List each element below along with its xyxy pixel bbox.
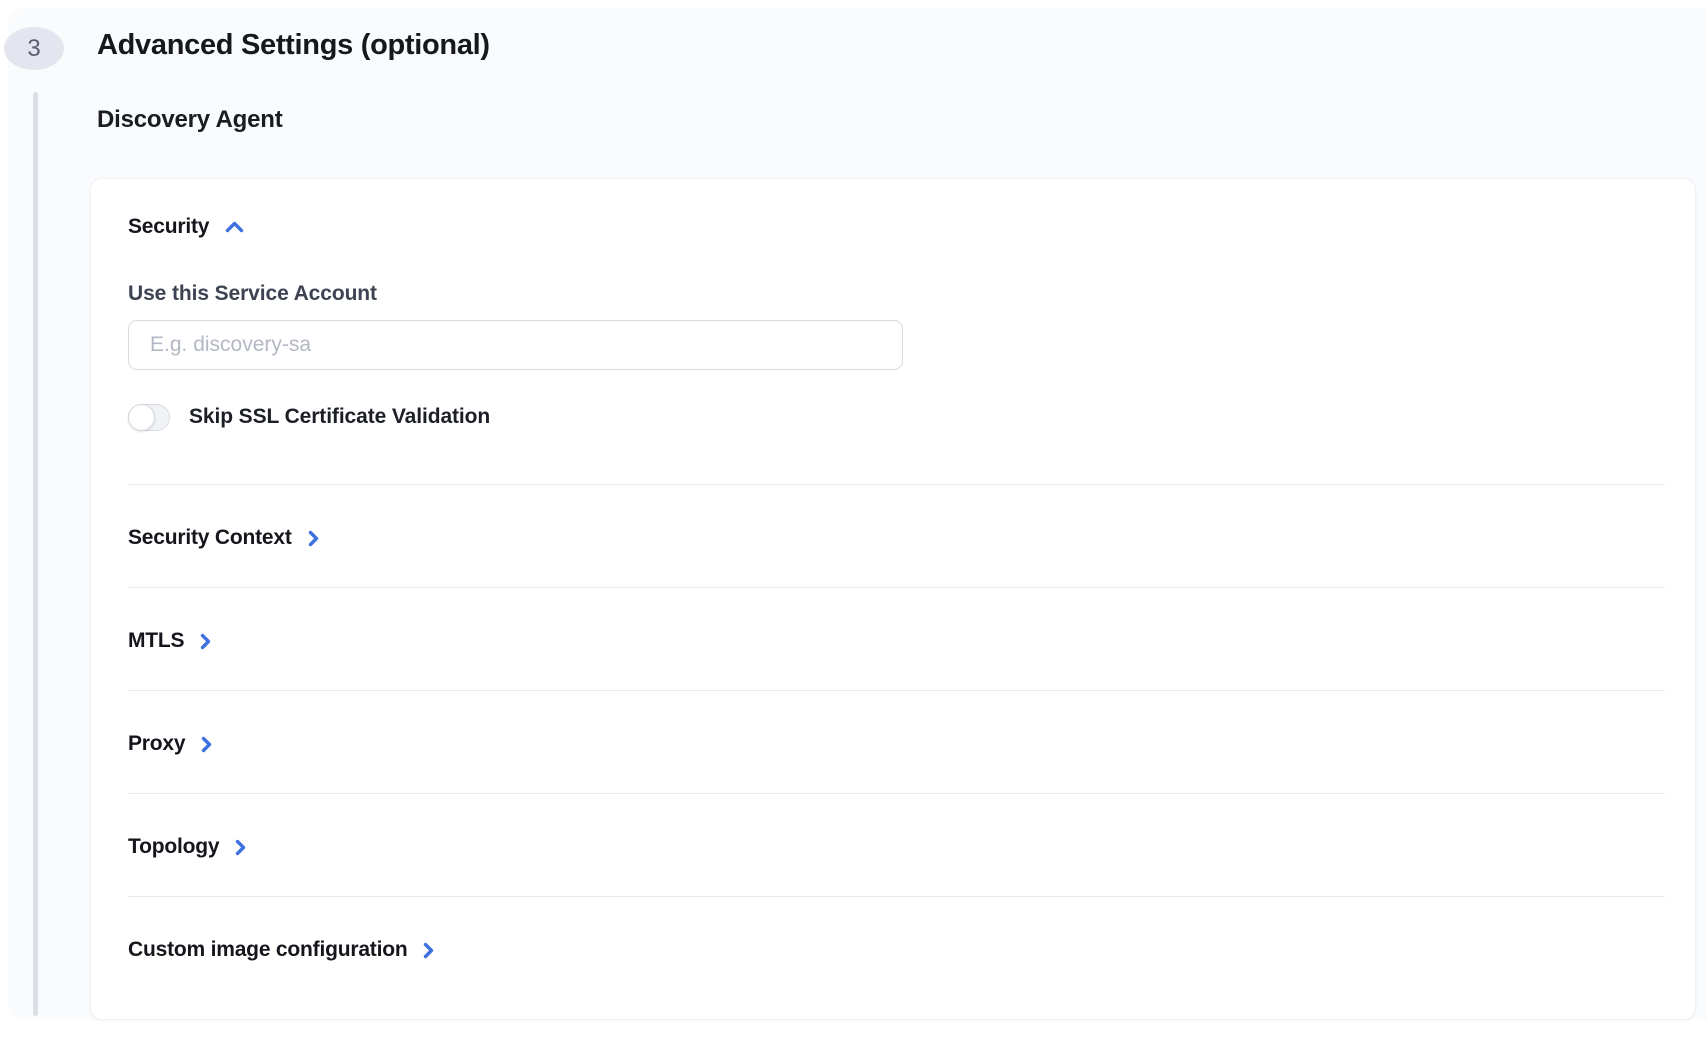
wizard-step-panel-container: 3 Advanced Settings (optional) Discovery… [0,0,1707,1049]
subsection-title: Discovery Agent [97,106,283,134]
chevron-right-icon [200,735,213,754]
chevron-right-icon [199,632,212,651]
step-number-badge: 3 [4,27,64,70]
section-divider [128,793,1665,794]
skip-ssl-toggle[interactable] [128,404,170,431]
section-label: Proxy [128,731,185,757]
chevron-up-icon [224,220,245,234]
security-section-label: Security [128,214,209,240]
section-row-proxy[interactable]: Proxy [128,691,213,793]
service-account-label: Use this Service Account [128,282,1665,306]
chevron-right-icon [307,529,320,548]
section-label: Custom image configuration [128,937,407,963]
step-connector-line [33,92,38,1016]
section-divider [128,587,1665,588]
skip-ssl-toggle-row: Skip SSL Certificate Validation [128,403,490,431]
skip-ssl-toggle-label: Skip SSL Certificate Validation [189,403,490,431]
page-title: Advanced Settings (optional) [97,29,490,62]
section-divider [128,484,1665,485]
chevron-right-icon [422,941,435,960]
section-divider [128,690,1665,691]
discovery-agent-card: Security Use this Service Account Skip S… [90,178,1696,1020]
section-label: Topology [128,834,219,860]
service-account-input[interactable] [128,320,903,370]
section-label: MTLS [128,628,184,654]
section-label: Security Context [128,525,292,551]
toggle-knob [128,404,155,431]
section-row-security-context[interactable]: Security Context [128,485,320,587]
security-section-header[interactable]: Security [128,214,245,240]
step-number: 3 [27,35,40,63]
chevron-right-icon [234,838,247,857]
section-row-custom-image-configuration[interactable]: Custom image configuration [128,897,435,999]
section-row-mtls[interactable]: MTLS [128,588,212,690]
section-row-topology[interactable]: Topology [128,794,247,896]
